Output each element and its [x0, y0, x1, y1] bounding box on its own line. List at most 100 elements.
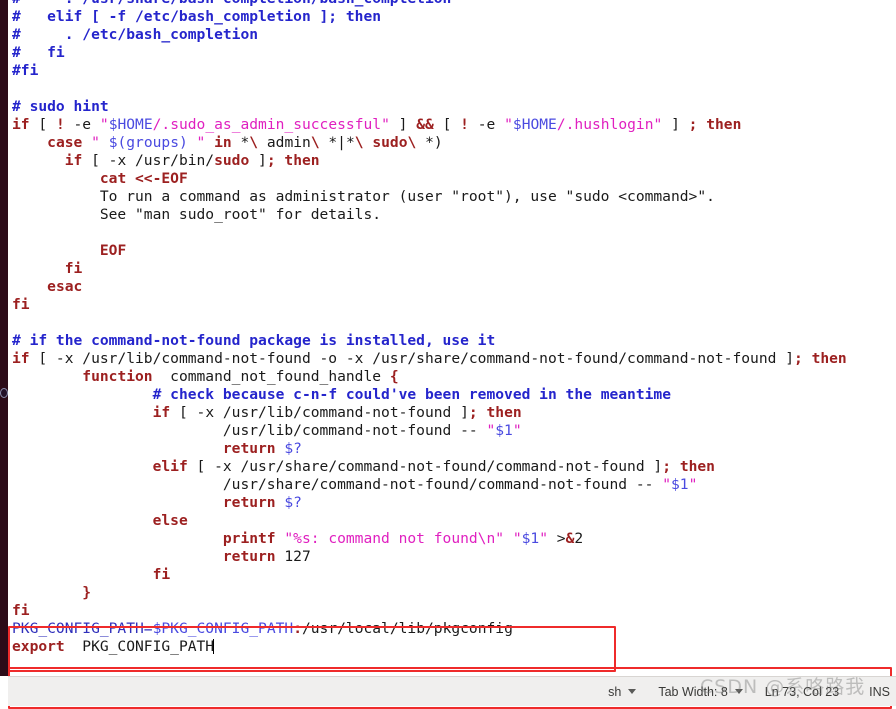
code-token: &&	[416, 116, 434, 133]
code-token: esac	[47, 278, 83, 295]
code-line: return 127	[12, 548, 847, 566]
code-token: "	[512, 530, 522, 547]
code-line: PKG_CONFIG_PATH=$PKG_CONFIG_PATH:/usr/lo…	[12, 620, 847, 638]
tab-width-selector[interactable]: Tab Width: 8	[658, 684, 743, 699]
code-token: [	[433, 116, 461, 133]
language-label: sh	[608, 684, 622, 699]
code-line: # fi	[12, 44, 847, 62]
code-token: $1	[495, 422, 513, 439]
code-line: export PKG_CONFIG_PATH	[12, 638, 847, 656]
code-token: !	[55, 116, 65, 133]
code-token: # if the command-not-found package is in…	[12, 332, 496, 349]
code-token: *)	[416, 134, 443, 151]
code-token: "	[688, 476, 698, 493]
code-line: #fi	[12, 62, 847, 80]
code-token: /usr/local/lib/pkgconfig	[301, 620, 513, 637]
code-token: # . /etc/bash_completion	[12, 26, 259, 43]
text-cursor	[213, 639, 215, 654]
editor-gutter	[0, 0, 8, 676]
code-token: fi	[152, 566, 171, 583]
code-token: !	[460, 116, 469, 133]
code-token: $PKG_CONFIG_PATH	[152, 620, 294, 637]
code-line: if [ -x /usr/lib/command-not-found ]; th…	[12, 404, 847, 422]
code-line: /usr/lib/command-not-found -- "$1"	[12, 422, 847, 440]
code-token: *	[231, 134, 250, 151]
code-token: \	[354, 134, 364, 151]
code-token: "	[512, 422, 522, 439]
code-line: # check because c-n-f could've been remo…	[12, 386, 847, 404]
code-token: then	[679, 458, 715, 475]
code-line: To run a command as administrator (user …	[12, 188, 847, 206]
code-line: fi	[12, 602, 847, 620]
code-token: [ -x /usr/bin/	[82, 152, 215, 169]
code-token: # check because c-n-f could've been remo…	[152, 386, 671, 403]
code-token: "	[187, 134, 206, 151]
code-token: # elif [ -f /etc/bash_completion ]; then	[12, 8, 382, 25]
language-selector[interactable]: sh	[608, 684, 637, 699]
status-bar: sh Tab Width: 8 Ln 73, Col 23 INS	[8, 676, 896, 706]
code-token: # sudo hint	[12, 98, 109, 115]
code-token: \	[310, 134, 320, 151]
code-token: if	[64, 152, 83, 169]
code-token: ]	[249, 152, 267, 169]
editor-text-area[interactable]: # . /usr/share/bash-completion/bash_comp…	[8, 0, 896, 676]
code-line: # if the command-not-found package is in…	[12, 332, 847, 350]
code-token: fi	[12, 602, 30, 619]
cursor-position-label: Ln 73, Col 23	[764, 684, 840, 699]
chevron-down-icon	[734, 689, 743, 694]
code-token: if	[12, 116, 30, 133]
code-token: ]	[662, 116, 689, 133]
code-token: fi	[64, 260, 83, 277]
code-token: $?	[284, 440, 302, 457]
code-line: else	[12, 512, 847, 530]
code-line: fi	[12, 566, 847, 584]
code-token: elif	[152, 458, 188, 475]
code-token: /.hushlogin"	[556, 116, 663, 133]
code-token: \	[407, 134, 417, 151]
code-token: then	[706, 116, 742, 133]
insert-mode-label: INS	[869, 684, 890, 699]
code-line: EOF	[12, 242, 847, 260]
code-token: $HOME	[512, 116, 557, 133]
code-token: /usr/lib/command-not-found --	[12, 422, 487, 439]
code-line: printf "%s: command not found\n" "$1" >&…	[12, 530, 847, 548]
code-token: return	[222, 494, 276, 511]
chevron-down-icon	[628, 689, 637, 694]
code-token: then	[284, 152, 320, 169]
code-token: # fi	[12, 44, 65, 61]
tab-width-label: Tab Width: 8	[658, 684, 728, 699]
gedit-window: # . /usr/share/bash-completion/bash_comp…	[0, 0, 896, 709]
source-code-content[interactable]: # . /usr/share/bash-completion/bash_comp…	[12, 0, 847, 656]
code-token: ;	[793, 350, 803, 367]
code-token: $HOME	[108, 116, 153, 133]
code-token: -e	[64, 116, 100, 133]
code-token: -e	[468, 116, 505, 133]
code-token: PKG_CONFIG_PATH	[12, 620, 144, 637]
code-token: $(groups)	[108, 134, 188, 151]
code-token: "	[504, 116, 513, 133]
code-token: "%s: command not found\n"	[284, 530, 505, 547]
code-line: /usr/share/command-not-found/command-not…	[12, 476, 847, 494]
code-token: cat <<-EOF	[99, 170, 188, 187]
code-token: function	[82, 368, 153, 385]
code-token: $?	[284, 494, 302, 511]
code-line: if [ -x /usr/lib/command-not-found -o -x…	[12, 350, 847, 368]
code-line: # . /usr/share/bash-completion/bash_comp…	[12, 0, 847, 8]
code-token: "	[539, 530, 549, 547]
code-line: if [ ! -e "$HOME/.sudo_as_admin_successf…	[12, 116, 847, 134]
code-token: then	[811, 350, 847, 367]
